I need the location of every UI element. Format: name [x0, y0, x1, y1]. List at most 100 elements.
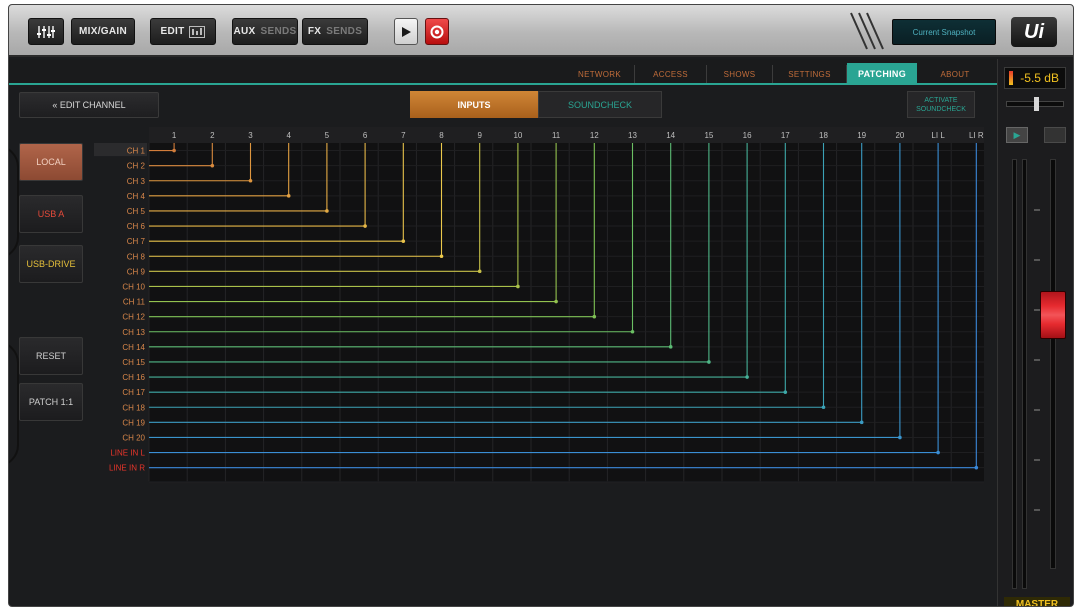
activate-soundcheck-button[interactable]: ACTIVATE SOUNDCHECK	[907, 91, 975, 118]
patch-point[interactable]	[172, 148, 176, 153]
source-usb-drive-button[interactable]: USB-DRIVE	[19, 245, 83, 283]
tab-about[interactable]: ABOUT	[917, 65, 993, 83]
scale-tick	[1034, 209, 1040, 211]
master-label: MASTER	[1004, 597, 1070, 607]
patch-point[interactable]	[668, 345, 673, 349]
source-local-button[interactable]: LOCAL	[19, 143, 83, 181]
patch-point[interactable]	[707, 360, 711, 364]
edit-channel-icon	[189, 25, 206, 38]
matrix-column-label: 7	[401, 131, 406, 140]
patch-point[interactable]	[859, 420, 864, 425]
patch-matrix[interactable]: 1 2 3 4 5 6 7 8 9 10 11 12 13 14 15 16 17 18 19 20 LI L LI RC…	[94, 127, 984, 487]
overlay-bracket	[9, 145, 19, 259]
patch-point[interactable]	[210, 163, 215, 168]
matrix-row-label: CH 19	[122, 418, 145, 427]
matrix-row-label: LINE IN L	[110, 449, 145, 458]
home-mixer-button[interactable]	[28, 18, 64, 45]
scale-tick	[1034, 509, 1040, 511]
soundcheck-tab[interactable]: SOUNDCHECK	[538, 91, 662, 118]
soundcheck-label: SOUNDCHECK	[567, 99, 632, 110]
source-usb-drive-label: USB-DRIVE	[26, 259, 76, 269]
patch-point[interactable]	[936, 450, 940, 455]
matrix-column-label: 10	[513, 131, 522, 140]
patch-point[interactable]	[630, 329, 635, 334]
matrix-column-label: 17	[781, 131, 790, 140]
tab-access[interactable]: ACCESS	[635, 65, 707, 83]
master-label-text: MASTER	[1015, 599, 1059, 607]
master-fader-track[interactable]	[1050, 159, 1056, 569]
level-marker	[1009, 71, 1013, 85]
scale-tick	[1034, 259, 1040, 261]
edit-channel-label: « EDIT CHANNEL	[52, 100, 126, 110]
tab-network[interactable]: NETWORK	[565, 65, 635, 83]
matrix-row-label: CH 6	[127, 222, 146, 231]
ui-logo[interactable]: Ui	[1011, 17, 1057, 47]
patch-point[interactable]	[898, 435, 902, 440]
edit-channel-button[interactable]: « EDIT CHANNEL	[19, 92, 159, 118]
patch-point[interactable]	[745, 375, 749, 379]
matrix-column-label: 20	[895, 131, 904, 140]
matrix-row-label: CH 16	[122, 373, 145, 382]
master-play-icon: ▶	[1013, 129, 1021, 140]
patch-point[interactable]	[363, 224, 367, 228]
play-button[interactable]	[394, 18, 418, 45]
mixer-icon	[37, 25, 55, 38]
matrix-row-label: CH 13	[122, 328, 145, 337]
patch-point[interactable]	[477, 269, 482, 274]
matrix-row-label: CH 15	[122, 358, 145, 367]
tab-patching[interactable]: PATCHING	[847, 63, 917, 85]
source-usb-a-button[interactable]: USB A	[19, 195, 83, 233]
master-meter-right	[1022, 159, 1027, 589]
tab-shows[interactable]: SHOWS	[707, 65, 773, 83]
matrix-row-label: CH 10	[122, 282, 145, 291]
patch-point[interactable]	[325, 209, 329, 213]
reset-label: RESET	[35, 351, 66, 361]
master-option-button[interactable]	[1044, 127, 1066, 143]
master-level-display: -5.5 dB	[1004, 67, 1066, 89]
matrix-column-label: 9	[477, 131, 482, 140]
matrix-grid-background	[149, 143, 984, 482]
matrix-column-label: 5	[325, 131, 330, 140]
master-play-button[interactable]: ▶	[1006, 127, 1028, 143]
record-icon	[430, 25, 444, 38]
play-icon	[402, 26, 411, 37]
mix-gain-label: MIX/GAIN	[79, 26, 127, 37]
snapshot-display[interactable]: Current Snapshot	[892, 19, 996, 45]
inputs-tab[interactable]: INPUTS	[410, 91, 538, 118]
pan-slider[interactable]	[1006, 97, 1064, 111]
activate-soundcheck-label: ACTIVATE SOUNDCHECK	[916, 96, 966, 113]
patch-point[interactable]	[401, 239, 406, 243]
patch-point[interactable]	[516, 284, 520, 289]
patch-one-to-one-button[interactable]: PATCH 1:1	[19, 383, 83, 421]
matrix-row-label: CH 3	[127, 177, 146, 186]
scale-tick	[1034, 409, 1040, 411]
patch-point[interactable]	[286, 194, 291, 198]
matrix-column-label: 14	[666, 131, 675, 140]
patch-label: PATCH 1:1	[28, 397, 74, 407]
pan-knob[interactable]	[1034, 97, 1039, 111]
patch-point[interactable]	[821, 405, 826, 410]
aux-sends-button[interactable]: AUX SENDS	[232, 18, 298, 45]
matrix-column-label: 15	[704, 131, 713, 140]
source-local-label: LOCAL	[36, 157, 66, 167]
edit-button[interactable]: EDIT	[150, 18, 216, 45]
tab-access-label: ACCESS	[653, 69, 688, 79]
edit-label: EDIT	[160, 26, 185, 37]
source-usb-a-label: USB A	[37, 209, 65, 219]
matrix-column-label: 12	[590, 131, 599, 140]
patch-point[interactable]	[248, 178, 253, 183]
tab-settings[interactable]: SETTINGS	[773, 65, 847, 83]
fx-sends-button[interactable]: FX SENDS	[302, 18, 368, 45]
patch-point[interactable]	[783, 390, 788, 394]
tab-shows-label: SHOWS	[723, 69, 756, 79]
patch-point[interactable]	[592, 314, 597, 319]
logo-text: Ui	[1024, 20, 1044, 43]
record-button[interactable]	[425, 18, 449, 45]
mix-gain-button[interactable]: MIX/GAIN	[71, 18, 135, 45]
patch-point[interactable]	[439, 254, 444, 259]
patch-point[interactable]	[554, 299, 558, 304]
patch-point[interactable]	[974, 465, 979, 470]
master-fader-knob[interactable]	[1040, 291, 1066, 339]
matrix-row-label: CH 7	[127, 237, 146, 246]
reset-button[interactable]: RESET	[19, 337, 83, 375]
